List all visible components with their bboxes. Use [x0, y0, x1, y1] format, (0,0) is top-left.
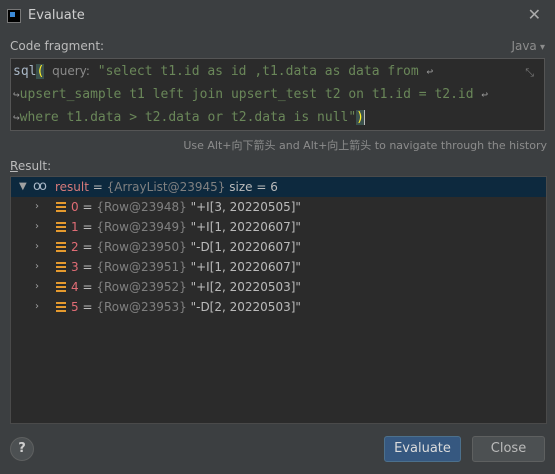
root-text: result = {ArrayList@23945} size = 6	[55, 177, 278, 197]
row-index: 3	[71, 260, 79, 274]
code-string-1: "select t1.id as id ,t1.data as data fro…	[97, 64, 419, 79]
code-fragment-label: Code fragment:	[10, 39, 105, 53]
row-text: 4 = {Row@23952} "+I[2, 20220503]"	[71, 277, 301, 297]
collapse-icon[interactable]: ⤡	[525, 66, 534, 80]
row-text: 0 = {Row@23948} "+I[3, 20220505]"	[71, 197, 301, 217]
row-value: "+I[2, 20220503]"	[190, 280, 301, 294]
row-text: 2 = {Row@23950} "-D[1, 20220607]"	[71, 237, 301, 257]
chevron-right-icon[interactable]: ›	[35, 277, 39, 297]
equals-sign: =	[82, 260, 93, 274]
row-text: 3 = {Row@23951} "+I[1, 20220607]"	[71, 257, 301, 277]
chevron-right-icon[interactable]: ›	[35, 297, 39, 317]
history-hint: Use Alt+向下箭头 and Alt+向上箭头 to navigate th…	[183, 139, 547, 152]
row-value: "-D[2, 20220503]"	[190, 300, 301, 314]
code-fragment-editor[interactable]: sql( query: "select t1.id as id ,t1.data…	[10, 58, 545, 131]
row-ref: {Row@23952}	[96, 280, 187, 294]
row-text: 5 = {Row@23953} "-D[2, 20220503]"	[71, 297, 301, 317]
row-index: 5	[71, 300, 79, 314]
row-value: "+I[1, 20220607]"	[190, 220, 301, 234]
open-paren: (	[36, 64, 45, 79]
row-value: "+I[1, 20220607]"	[190, 260, 301, 274]
root-size: size = 6	[229, 180, 278, 194]
window-title: Evaluate	[28, 8, 85, 23]
row-index: 4	[71, 280, 79, 294]
row-index: 0	[71, 200, 79, 214]
tree-row[interactable]: › 0 = {Row@23948} "+I[3, 20220505]"	[11, 197, 546, 217]
tree-row-root[interactable]: ▼ oo result = {ArrayList@23945} size = 6	[11, 177, 546, 197]
tree-row[interactable]: › 4 = {Row@23952} "+I[2, 20220503]"	[11, 277, 546, 297]
code-line-2: ↪upsert_sample t1 left join upsert_test …	[13, 87, 488, 102]
root-var-name: result	[55, 180, 89, 194]
wrap-continuation-icon: ↪	[13, 88, 20, 101]
evaluate-button[interactable]: Evaluate	[384, 436, 461, 462]
equals-sign: =	[82, 220, 93, 234]
code-method: sql	[13, 64, 37, 79]
equals-sign: =	[92, 180, 103, 194]
watch-glasses-icon: oo	[33, 179, 47, 194]
row-value: "+I[3, 20220505]"	[190, 200, 301, 214]
row-index: 2	[71, 240, 79, 254]
equals-sign: =	[82, 280, 93, 294]
root-ref: {ArrayList@23945}	[106, 180, 226, 194]
field-icon	[56, 222, 66, 232]
code-line-3: ↪where t1.data > t2.data or t2.data is n…	[13, 110, 365, 125]
row-value: "-D[1, 20220607]"	[190, 240, 301, 254]
field-icon	[56, 282, 66, 292]
tree-row[interactable]: › 2 = {Row@23950} "-D[1, 20220607]"	[11, 237, 546, 257]
chevron-right-icon[interactable]: ›	[35, 217, 39, 237]
tree-row[interactable]: › 1 = {Row@23949} "+I[1, 20220607]"	[11, 217, 546, 237]
wrap-continuation-icon: ↪	[13, 111, 20, 124]
close-icon[interactable]: ✕	[528, 5, 541, 24]
param-hint: query:	[52, 64, 90, 78]
language-selector[interactable]: Java	[511, 39, 545, 53]
row-ref: {Row@23949}	[96, 220, 187, 234]
close-button[interactable]: Close	[472, 436, 545, 462]
field-icon	[56, 262, 66, 272]
field-icon	[56, 202, 66, 212]
equals-sign: =	[82, 240, 93, 254]
row-index: 1	[71, 220, 79, 234]
soft-wrap-icon: ↩	[426, 65, 434, 78]
code-string-3: where t1.data > t2.data or t2.data is nu…	[19, 110, 357, 125]
row-ref: {Row@23953}	[96, 300, 187, 314]
field-icon	[56, 242, 66, 252]
code-string-2: upsert_sample t1 left join upsert_test t…	[19, 87, 474, 102]
title-bar: Evaluate ✕	[0, 0, 555, 32]
chevron-right-icon[interactable]: ›	[35, 237, 39, 257]
chevron-right-icon[interactable]: ›	[35, 197, 39, 217]
intellij-icon	[7, 9, 21, 23]
text-caret	[364, 110, 365, 125]
equals-sign: =	[82, 300, 93, 314]
equals-sign: =	[82, 200, 93, 214]
tree-row[interactable]: › 5 = {Row@23953} "-D[2, 20220503]"	[11, 297, 546, 317]
result-label-rest: esult:	[17, 159, 52, 173]
row-text: 1 = {Row@23949} "+I[1, 20220607]"	[71, 217, 301, 237]
code-line-1: sql( query: "select t1.id as id ,t1.data…	[13, 64, 433, 79]
field-icon	[56, 302, 66, 312]
help-button[interactable]: ?	[10, 437, 34, 461]
close-paren: )	[356, 110, 364, 125]
row-ref: {Row@23950}	[96, 240, 187, 254]
row-ref: {Row@23948}	[96, 200, 187, 214]
row-ref: {Row@23951}	[96, 260, 187, 274]
result-label: Result:	[10, 159, 52, 173]
chevron-right-icon[interactable]: ›	[35, 257, 39, 277]
soft-wrap-icon: ↩	[481, 88, 489, 101]
tree-row[interactable]: › 3 = {Row@23951} "+I[1, 20220607]"	[11, 257, 546, 277]
chevron-down-icon[interactable]: ▼	[19, 177, 27, 197]
result-tree[interactable]: ▼ oo result = {ArrayList@23945} size = 6…	[10, 176, 547, 424]
